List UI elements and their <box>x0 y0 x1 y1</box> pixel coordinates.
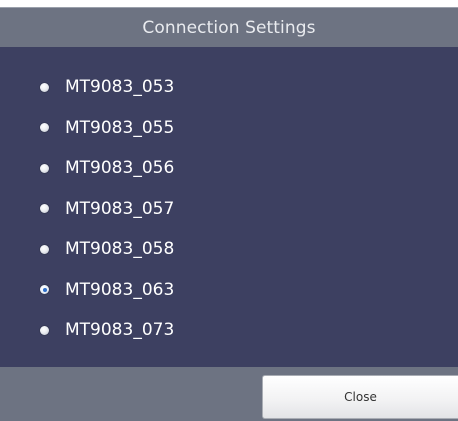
radio-unselected-icon[interactable] <box>40 244 49 254</box>
dialog-titlebar: Connection Settings <box>0 7 458 47</box>
radio-unselected-icon[interactable] <box>40 123 49 133</box>
connection-option-label: MT9083_055 <box>65 117 175 138</box>
connection-option[interactable]: MT9083_053 <box>0 67 458 108</box>
connection-option-label: MT9083_056 <box>65 158 175 179</box>
close-button[interactable]: Close <box>262 375 458 419</box>
radio-unselected-icon[interactable] <box>40 325 49 335</box>
dialog-body: MT9083_053 MT9083_055 MT9083_056 MT9083_… <box>0 47 458 367</box>
radio-unselected-icon[interactable] <box>40 204 49 214</box>
connection-option-label: MT9083_058 <box>65 239 175 260</box>
dialog-title: Connection Settings <box>142 17 316 38</box>
radio-selected-icon[interactable] <box>40 285 49 295</box>
radio-unselected-icon[interactable] <box>40 163 49 173</box>
connection-option-label: MT9083_073 <box>65 320 175 341</box>
connection-option[interactable]: MT9083_056 <box>0 148 458 189</box>
connection-option-list: MT9083_053 MT9083_055 MT9083_056 MT9083_… <box>0 67 458 351</box>
connection-option[interactable]: MT9083_057 <box>0 189 458 230</box>
connection-option[interactable]: MT9083_073 <box>0 310 458 351</box>
connection-option-label: MT9083_057 <box>65 198 175 219</box>
connection-option[interactable]: MT9083_058 <box>0 229 458 270</box>
connection-option-label: MT9083_063 <box>65 279 175 300</box>
connection-settings-dialog: Connection Settings MT9083_053 MT9083_05… <box>0 0 458 421</box>
dialog-footer: Close <box>0 367 458 421</box>
connection-option-selected[interactable]: MT9083_063 <box>0 270 458 311</box>
radio-unselected-icon[interactable] <box>40 82 49 92</box>
connection-option-label: MT9083_053 <box>65 77 175 98</box>
connection-option[interactable]: MT9083_055 <box>0 108 458 149</box>
